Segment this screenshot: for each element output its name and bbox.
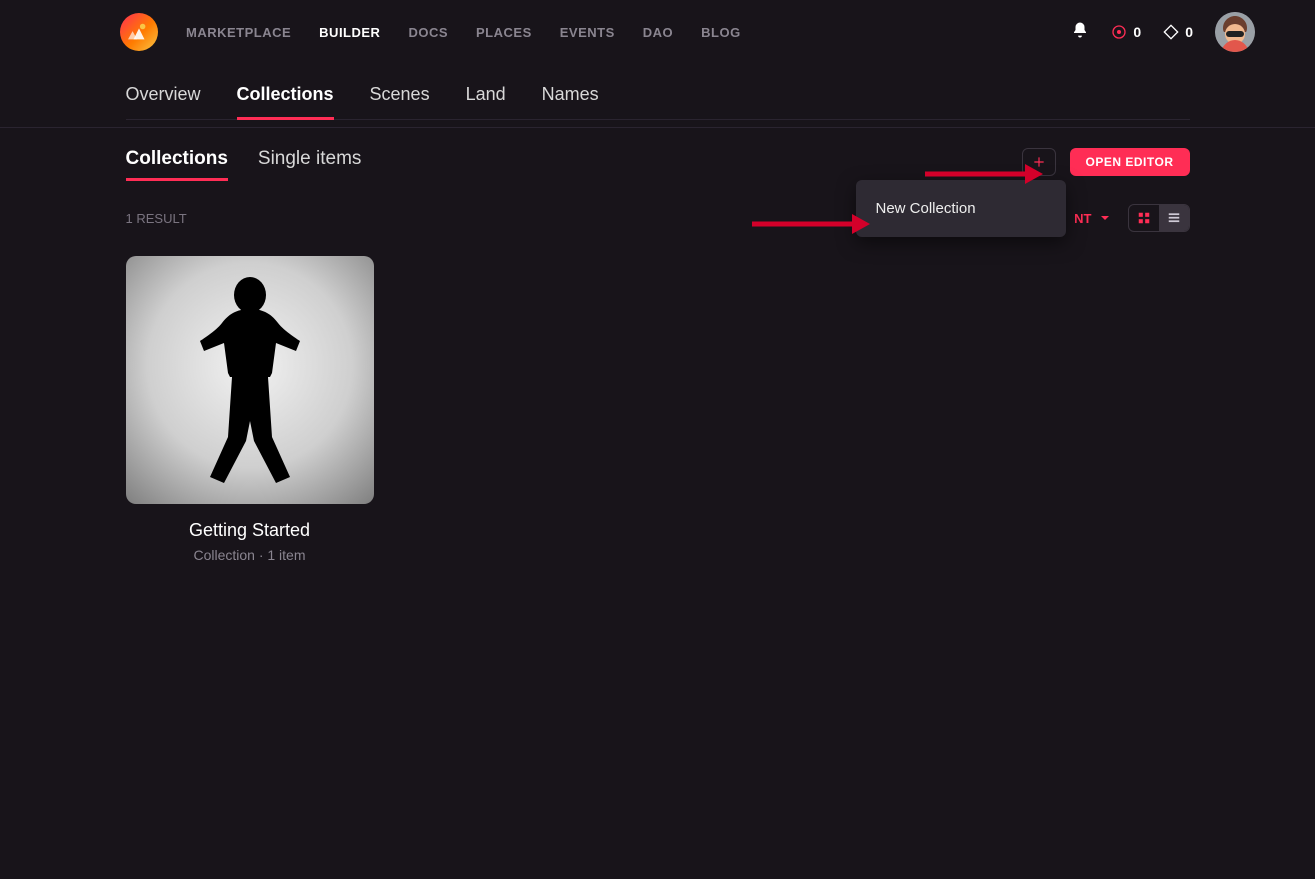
view-toggle (1128, 204, 1190, 232)
subtab-single-items[interactable]: Single items (258, 148, 362, 180)
topbar: MARKETPLACE BUILDER DOCS PLACES EVENTS D… (0, 0, 1315, 64)
action-buttons: OPEN EDITOR (1022, 148, 1190, 176)
nav-marketplace[interactable]: MARKETPLACE (186, 25, 291, 40)
main-section: Overview Collections Scenes Land Names C… (118, 64, 1198, 563)
tab-names[interactable]: Names (542, 84, 599, 119)
token-mana-value: 0 (1133, 24, 1141, 40)
topbar-left: MARKETPLACE BUILDER DOCS PLACES EVENTS D… (0, 13, 741, 51)
sort-dropdown[interactable]: NT (1074, 211, 1109, 226)
collections-grid: Getting Started Collection · 1 item (126, 256, 1190, 563)
tab-overview[interactable]: Overview (126, 84, 201, 119)
nav-events[interactable]: EVENTS (560, 25, 615, 40)
tab-collections[interactable]: Collections (237, 84, 334, 119)
collection-thumb (126, 256, 374, 504)
list-icon (1167, 211, 1181, 225)
view-grid[interactable] (1129, 205, 1159, 231)
tab-land[interactable]: Land (466, 84, 506, 119)
grid-icon (1137, 211, 1151, 225)
logo[interactable] (120, 13, 158, 51)
avatar[interactable] (1215, 12, 1255, 52)
bell-icon[interactable] (1071, 21, 1089, 44)
dropdown-new-collection[interactable]: New Collection (856, 198, 1066, 219)
plus-icon (1032, 155, 1046, 169)
topbar-right: 0 0 (1071, 12, 1255, 52)
collection-card[interactable]: Getting Started Collection · 1 item (126, 256, 374, 563)
token-poly-value: 0 (1185, 24, 1193, 40)
mannequin-icon (180, 275, 320, 485)
nav-docs[interactable]: DOCS (408, 25, 448, 40)
nav-blog[interactable]: BLOG (701, 25, 741, 40)
logo-icon (128, 21, 150, 43)
token-mana[interactable]: 0 (1111, 24, 1141, 40)
add-button[interactable] (1022, 148, 1056, 176)
view-list[interactable] (1159, 205, 1189, 231)
open-editor-button[interactable]: OPEN EDITOR (1070, 148, 1190, 176)
subtab-collections[interactable]: Collections (126, 148, 228, 180)
chevron-down-icon (1100, 213, 1110, 223)
collection-title: Getting Started (126, 520, 374, 541)
nav-builder[interactable]: BUILDER (319, 25, 380, 40)
nav-dao[interactable]: DAO (643, 25, 673, 40)
subtabs: Collections Single items (126, 148, 362, 180)
collection-subtitle: Collection · 1 item (126, 547, 374, 563)
sort-label: NT (1074, 211, 1091, 226)
filter-row: Collections Single items OPEN EDITOR New… (126, 148, 1190, 180)
builder-tabs: Overview Collections Scenes Land Names (126, 64, 1190, 120)
add-dropdown: New Collection (856, 180, 1066, 237)
tabs-divider (0, 127, 1315, 128)
tab-scenes[interactable]: Scenes (370, 84, 430, 119)
token-poly[interactable]: 0 (1163, 24, 1193, 40)
nav-places[interactable]: PLACES (476, 25, 532, 40)
results-right-controls: NT (1074, 204, 1189, 232)
results-count: 1 RESULT (126, 211, 187, 226)
